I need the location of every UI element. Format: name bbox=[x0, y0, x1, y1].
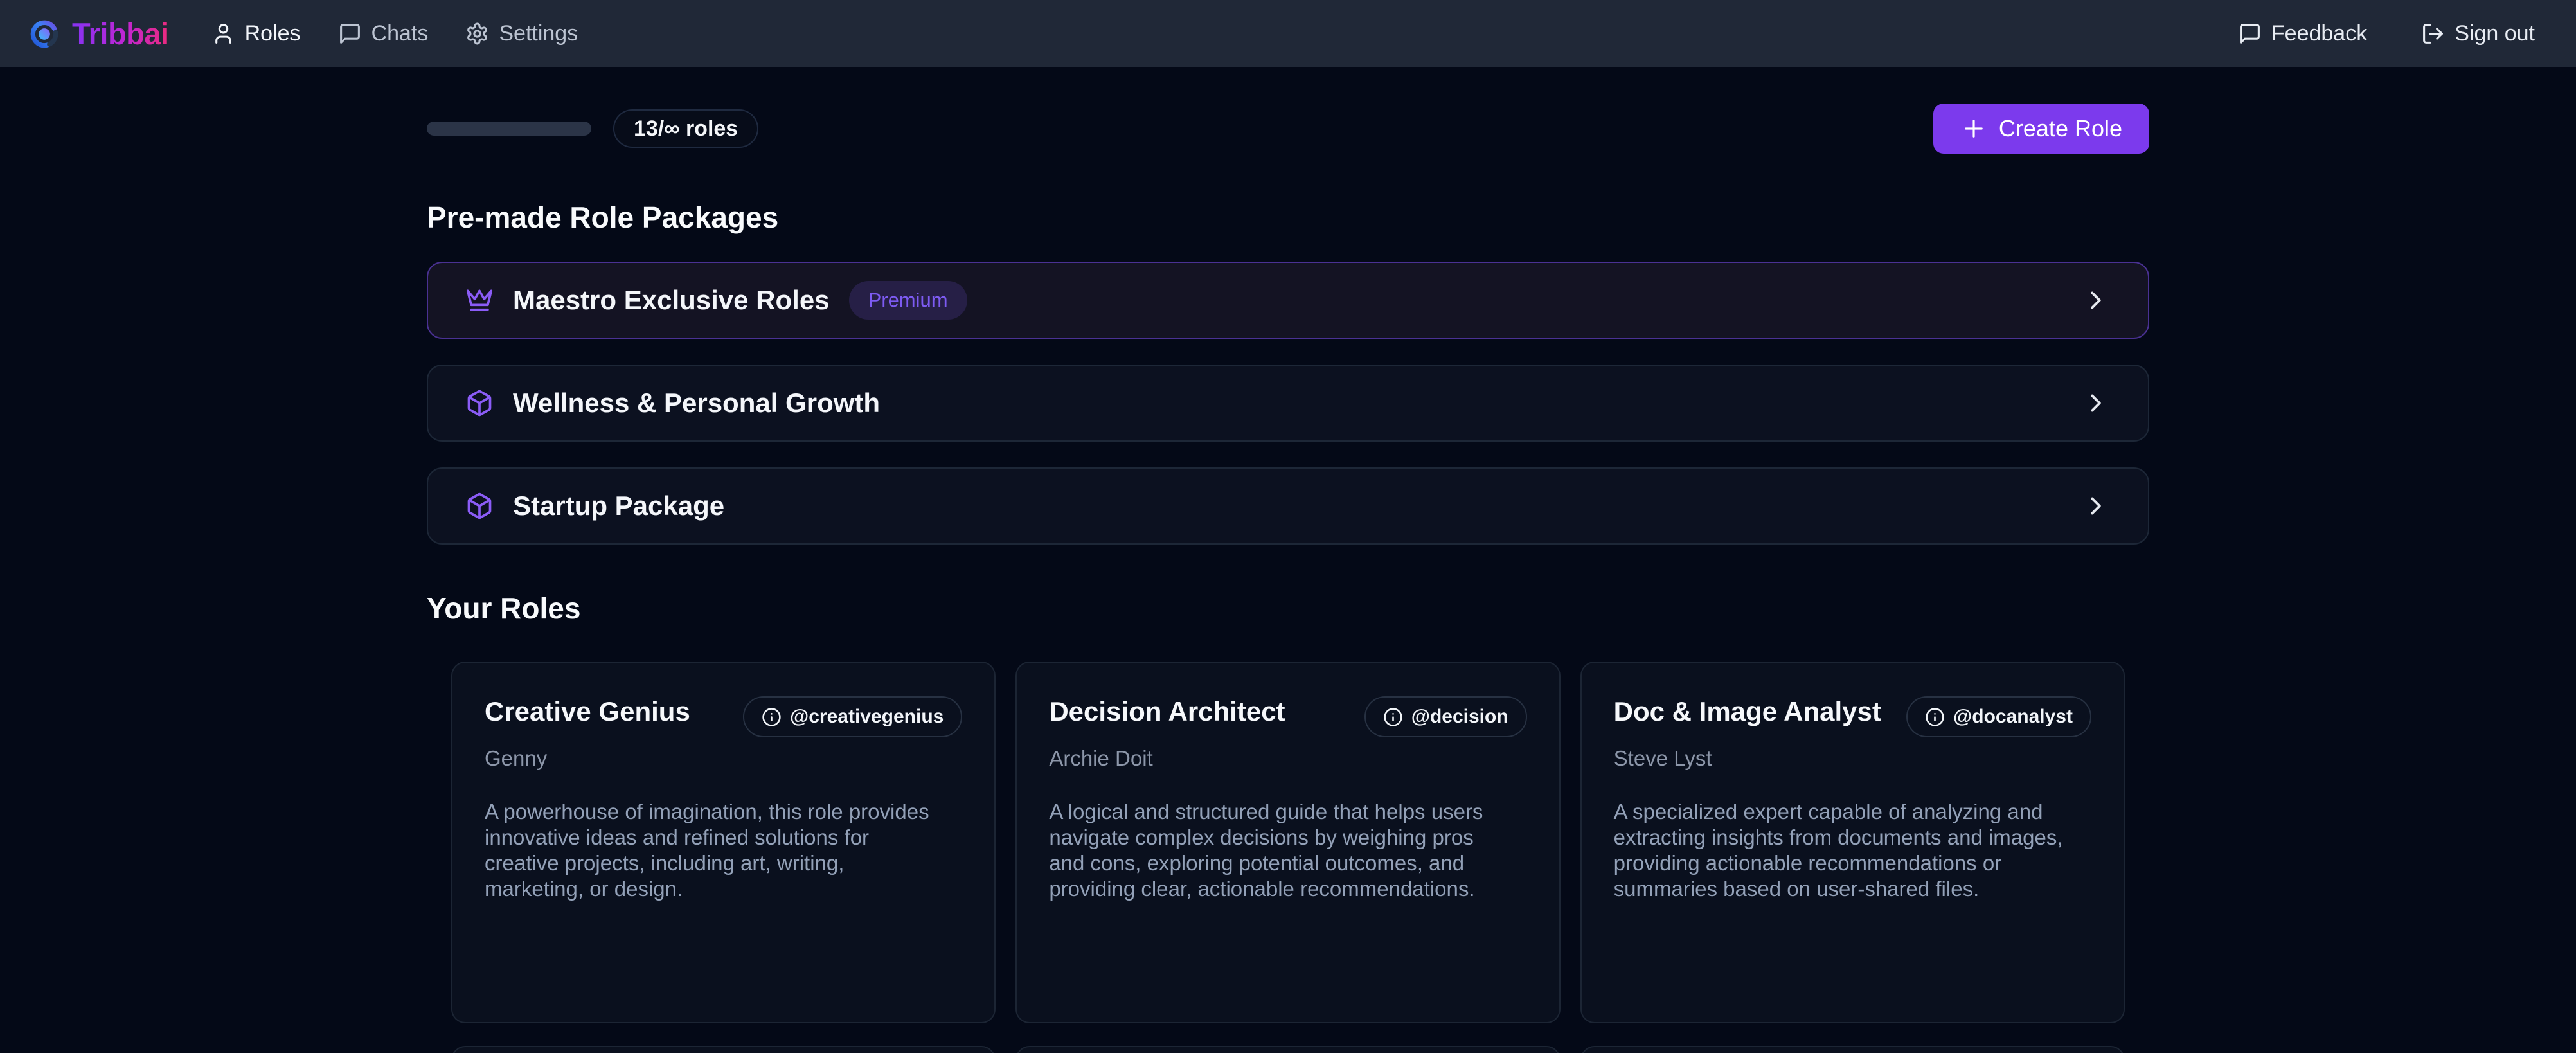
roles-progress-bar bbox=[427, 122, 591, 136]
primary-nav: Roles Chats Settings bbox=[211, 21, 578, 46]
nav-item-roles[interactable]: Roles bbox=[211, 21, 301, 46]
info-icon bbox=[1383, 707, 1403, 727]
role-card-partial[interactable] bbox=[1015, 1046, 1560, 1053]
chevron-right-icon bbox=[2081, 285, 2111, 315]
role-handle: @docanalyst bbox=[1953, 706, 2073, 728]
role-cards-grid-next-row bbox=[427, 1046, 2149, 1053]
chat-icon bbox=[338, 22, 362, 46]
nav-right: Feedback Sign out bbox=[2238, 21, 2535, 46]
role-subtitle: Steve Lyst bbox=[1614, 746, 2091, 771]
role-card-creative-genius[interactable]: Creative Genius @creativegenius Genny A … bbox=[451, 662, 996, 1023]
feedback-label: Feedback bbox=[2271, 21, 2367, 46]
sign-out-label: Sign out bbox=[2455, 21, 2535, 46]
role-handle: @decision bbox=[1411, 706, 1508, 728]
role-cards-grid: Creative Genius @creativegenius Genny A … bbox=[427, 662, 2149, 1023]
package-row-wellness[interactable]: Wellness & Personal Growth bbox=[427, 364, 2149, 442]
role-description: A specialized expert capable of analyzin… bbox=[1614, 799, 2064, 902]
role-handle-badge[interactable]: @decision bbox=[1364, 696, 1527, 737]
nav-label: Settings bbox=[499, 21, 578, 46]
roles-count-badge: 13/∞ roles bbox=[613, 109, 758, 148]
main-content: 13/∞ roles Create Role Pre-made Role Pac… bbox=[427, 104, 2149, 1053]
create-role-label: Create Role bbox=[1999, 115, 2122, 142]
chevron-right-icon bbox=[2081, 388, 2111, 418]
role-subtitle: Genny bbox=[485, 746, 962, 771]
feedback-button[interactable]: Feedback bbox=[2238, 21, 2367, 46]
your-roles-section-title: Your Roles bbox=[427, 591, 2149, 626]
packages-section-title: Pre-made Role Packages bbox=[427, 200, 2149, 235]
role-handle-badge[interactable]: @creativegenius bbox=[743, 696, 962, 737]
nav-item-chats[interactable]: Chats bbox=[338, 21, 429, 46]
role-handle: @creativegenius bbox=[790, 706, 944, 728]
role-handle-badge[interactable]: @docanalyst bbox=[1906, 696, 2091, 737]
gear-icon bbox=[465, 22, 489, 46]
role-card-doc-image-analyst[interactable]: Doc & Image Analyst @docanalyst Steve Ly… bbox=[1580, 662, 2125, 1023]
plus-icon bbox=[1960, 115, 1987, 142]
package-icon bbox=[465, 492, 494, 520]
feedback-icon bbox=[2238, 22, 2262, 46]
role-title: Decision Architect bbox=[1049, 696, 1285, 727]
package-name: Wellness & Personal Growth bbox=[513, 388, 880, 419]
info-icon bbox=[1925, 707, 1945, 727]
sign-out-button[interactable]: Sign out bbox=[2421, 21, 2535, 46]
crown-icon bbox=[465, 286, 494, 314]
top-navbar: Tribbai Roles Chats bbox=[0, 0, 2576, 68]
package-list: Maestro Exclusive Roles Premium Wellness… bbox=[427, 262, 2149, 544]
card-header: Decision Architect @decision bbox=[1049, 696, 1526, 737]
brand-name: Tribbai bbox=[72, 16, 169, 51]
card-header: Doc & Image Analyst @docanalyst bbox=[1614, 696, 2091, 737]
package-name: Startup Package bbox=[513, 491, 724, 521]
tribbai-logo-icon bbox=[28, 18, 60, 50]
roles-toolbar: 13/∞ roles Create Role bbox=[427, 104, 2149, 154]
nav-item-settings[interactable]: Settings bbox=[465, 21, 578, 46]
role-card-decision-architect[interactable]: Decision Architect @decision Archie Doit… bbox=[1015, 662, 1560, 1023]
info-icon bbox=[762, 707, 782, 727]
package-name: Maestro Exclusive Roles bbox=[513, 285, 830, 316]
nav-label: Chats bbox=[371, 21, 429, 46]
role-subtitle: Archie Doit bbox=[1049, 746, 1526, 771]
premium-badge: Premium bbox=[849, 281, 967, 320]
role-card-partial[interactable] bbox=[1580, 1046, 2125, 1053]
package-row-startup[interactable]: Startup Package bbox=[427, 467, 2149, 544]
role-title: Doc & Image Analyst bbox=[1614, 696, 1881, 727]
role-description: A powerhouse of imagination, this role p… bbox=[485, 799, 935, 902]
user-icon bbox=[211, 22, 235, 46]
role-title: Creative Genius bbox=[485, 696, 690, 727]
card-header: Creative Genius @creativegenius bbox=[485, 696, 962, 737]
create-role-button[interactable]: Create Role bbox=[1933, 104, 2149, 154]
package-icon bbox=[465, 389, 494, 417]
brand[interactable]: Tribbai bbox=[28, 16, 169, 51]
role-description: A logical and structured guide that help… bbox=[1049, 799, 1499, 902]
role-card-partial[interactable] bbox=[451, 1046, 996, 1053]
chevron-right-icon bbox=[2081, 491, 2111, 521]
nav-label: Roles bbox=[245, 21, 301, 46]
package-row-maestro[interactable]: Maestro Exclusive Roles Premium bbox=[427, 262, 2149, 339]
signout-icon bbox=[2421, 22, 2445, 46]
